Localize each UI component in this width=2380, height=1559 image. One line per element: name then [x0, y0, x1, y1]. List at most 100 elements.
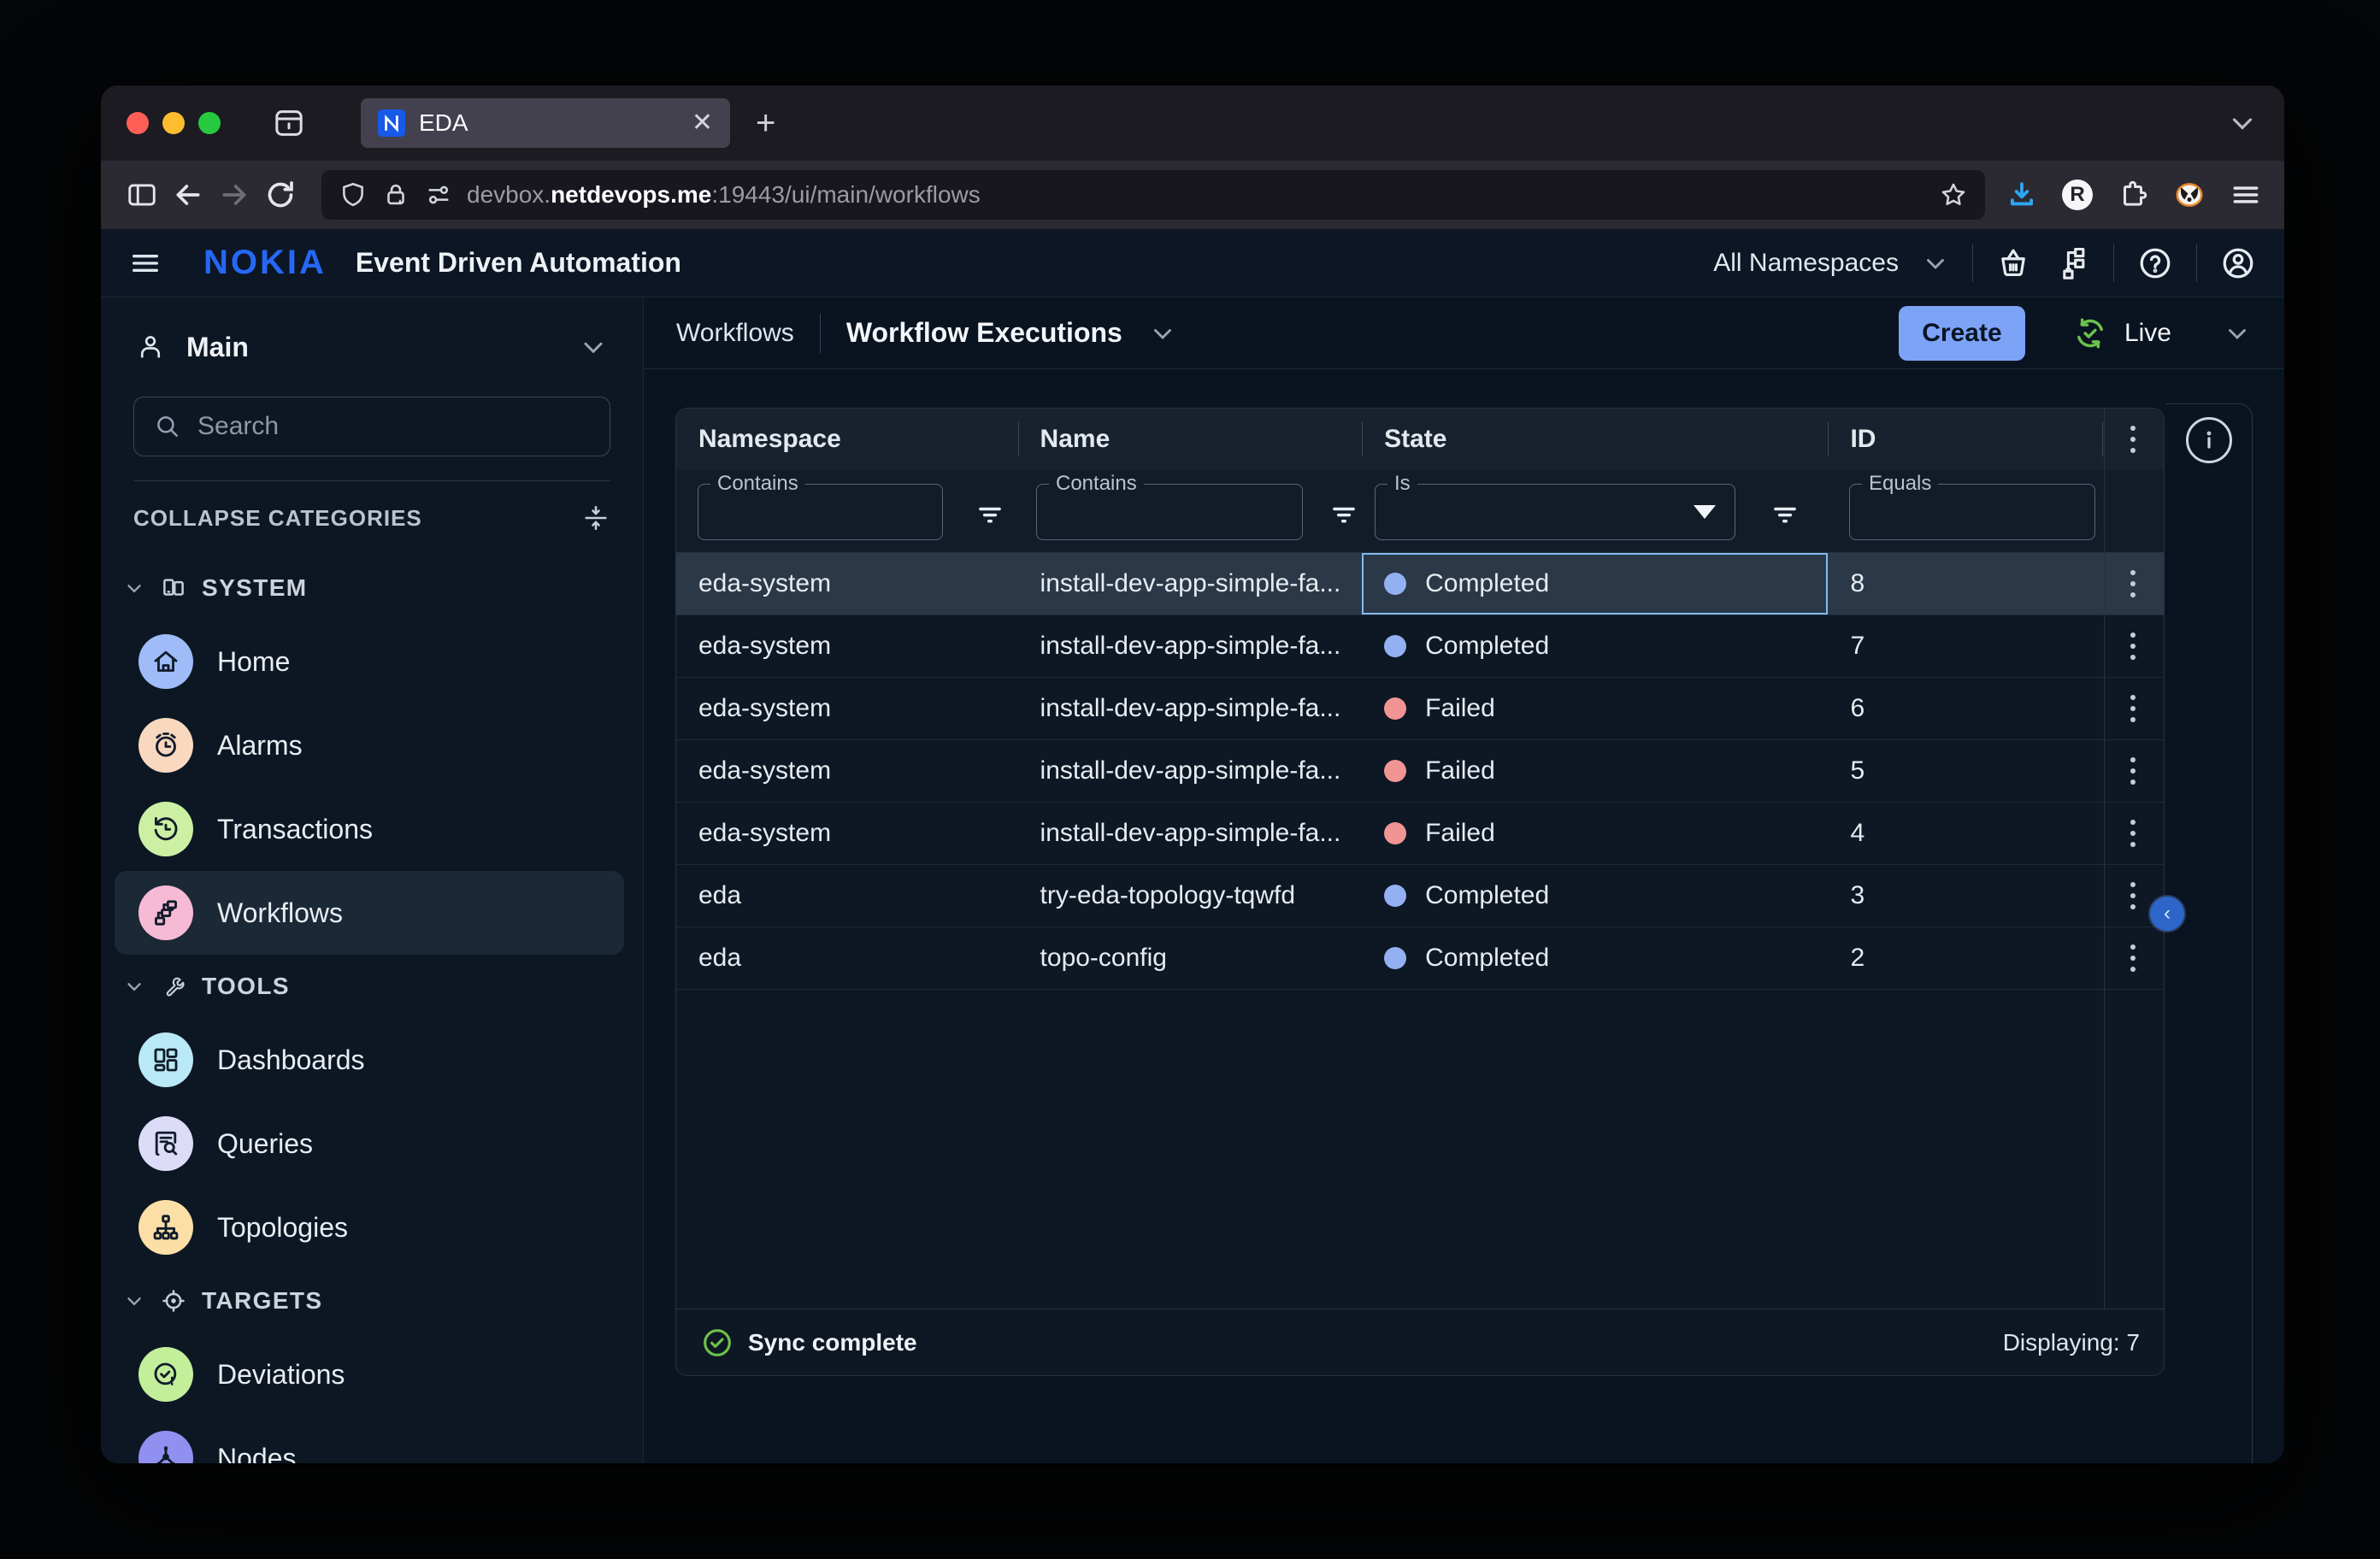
name-filter-icon[interactable] [1328, 497, 1360, 530]
view-title[interactable]: Workflow Executions [846, 317, 1122, 349]
kebab-column-divider [2104, 409, 2105, 1309]
category-label: TOOLS [202, 973, 290, 1000]
bookmark-star-icon[interactable] [1939, 180, 1968, 209]
table-menu-button[interactable] [2102, 409, 2164, 470]
collapse-panel-handle[interactable]: ‹ [2150, 897, 2184, 931]
list-all-tabs-icon[interactable] [2226, 107, 2259, 139]
cell-namespace: eda-system [676, 615, 1018, 677]
table-row[interactable]: eda-system install-dev-app-simple-fa... … [676, 615, 2164, 678]
sidebar-item-queries[interactable]: Queries [115, 1102, 624, 1185]
profile-chevron-icon [578, 332, 609, 362]
user-account-icon[interactable] [2219, 244, 2257, 282]
cell-id: 8 [1828, 553, 2102, 615]
reload-button[interactable] [262, 176, 299, 214]
table-row[interactable]: eda-system install-dev-app-simple-fa... … [676, 553, 2164, 615]
kebab-icon [2130, 581, 2136, 586]
minimize-window-button[interactable] [162, 112, 185, 134]
table-row[interactable]: eda-system install-dev-app-simple-fa... … [676, 803, 2164, 865]
main-content: Workflows Workflow Executions Create Liv… [644, 297, 2284, 1463]
zoom-window-button[interactable] [198, 112, 221, 134]
sidebar-item-deviations[interactable]: Deviations [115, 1333, 624, 1416]
browser-nav-toolbar: devbox.netdevops.me:19443/ui/main/workfl… [101, 161, 2284, 229]
connection-lock-icon[interactable] [381, 180, 410, 209]
address-bar[interactable]: devbox.netdevops.me:19443/ui/main/workfl… [321, 170, 1985, 220]
live-sync-icon[interactable] [2071, 315, 2109, 352]
sidebar-item-workflows[interactable]: Workflows [115, 871, 624, 955]
state-text: Completed [1425, 881, 1549, 910]
name-filter-input[interactable]: Contains [1036, 484, 1303, 540]
extensions-puzzle-icon[interactable] [2117, 179, 2149, 211]
id-filter-input[interactable]: Equals [1849, 484, 2095, 540]
live-chevron-icon[interactable] [2223, 319, 2252, 348]
collapse-categories-row[interactable]: COLLAPSE CATEGORIES [133, 503, 610, 532]
app-store-basket-icon[interactable] [1995, 245, 2031, 281]
help-icon[interactable] [2136, 244, 2174, 282]
table-row[interactable]: eda-system install-dev-app-simple-fa... … [676, 678, 2164, 740]
sidebar-toggle-icon[interactable] [123, 176, 161, 214]
browser-window: EDA ✕ + de [101, 85, 2284, 1463]
forward-button[interactable] [215, 176, 253, 214]
url-prefix: devbox. [467, 181, 551, 208]
state-text: Completed [1425, 569, 1549, 598]
sidebar-category-system[interactable]: SYSTEM [101, 556, 643, 620]
sidebar-item-transactions[interactable]: Transactions [115, 787, 624, 871]
new-tab-button[interactable]: + [756, 106, 775, 140]
column-header-id[interactable]: ID [1828, 409, 2102, 470]
sidebar-category-tools[interactable]: TOOLS [101, 955, 643, 1018]
state-filter-select[interactable]: Is [1375, 484, 1735, 540]
namespace-chevron-icon[interactable] [1921, 249, 1950, 278]
sidebar-search-input[interactable]: Search [133, 397, 610, 456]
table-row[interactable]: eda topo-config Completed 2 [676, 927, 2164, 990]
sidebar-item-nodes[interactable]: Nodes [115, 1416, 624, 1463]
tab-close-icon[interactable]: ✕ [692, 110, 713, 136]
row-menu-button[interactable] [2102, 553, 2164, 615]
sidebar-category-targets[interactable]: TARGETS [101, 1269, 643, 1333]
row-menu-button[interactable] [2102, 803, 2164, 864]
eda-app: NOKIA Event Driven Automation All Namesp… [101, 229, 2284, 1463]
table-row[interactable]: eda try-eda-topology-tqwfd Completed 3 [676, 865, 2164, 927]
search-placeholder: Search [197, 412, 279, 441]
create-button[interactable]: Create [1899, 306, 2025, 361]
column-header-namespace[interactable]: Namespace [676, 409, 1018, 470]
toolbar-extensions: R [2006, 179, 2262, 211]
view-chevron-icon[interactable] [1148, 319, 1177, 348]
extension-r-icon[interactable]: R [2062, 179, 2093, 210]
row-menu-button[interactable] [2102, 927, 2164, 989]
url-host: netdevops.me [551, 181, 711, 208]
back-button[interactable] [169, 176, 207, 214]
sync-status-text: Sync complete [748, 1329, 917, 1356]
sidebar-item-topologies[interactable]: Topologies [115, 1185, 624, 1269]
state-filter-icon[interactable] [1769, 497, 1801, 530]
firefox-view-icon[interactable] [272, 106, 306, 140]
tracking-shield-icon[interactable] [339, 180, 368, 209]
sidebar-profile-selector[interactable]: Main [135, 320, 609, 374]
namespace-selector[interactable]: All Namespaces [1713, 249, 1899, 278]
sidebar-item-alarms[interactable]: Alarms [115, 703, 624, 787]
browser-tab[interactable]: EDA ✕ [361, 98, 730, 148]
kebab-icon [2130, 893, 2136, 898]
menu-hamburger-icon[interactable] [2230, 179, 2262, 211]
item-label: Workflows [217, 897, 343, 929]
row-menu-button[interactable] [2102, 615, 2164, 677]
info-icon[interactable] [2186, 417, 2232, 463]
sidebar-item-dashboards[interactable]: Dashboards [115, 1018, 624, 1102]
breadcrumb-workflows[interactable]: Workflows [676, 319, 794, 348]
namespace-filter-icon[interactable] [974, 497, 1006, 530]
privacy-badger-icon[interactable] [2173, 179, 2206, 211]
sidebar-item-home[interactable]: Home [115, 620, 624, 703]
permissions-icon[interactable] [424, 180, 453, 209]
close-window-button[interactable] [127, 112, 149, 134]
downloads-icon[interactable] [2006, 179, 2038, 211]
state-text: Completed [1425, 632, 1549, 661]
row-menu-button[interactable] [2102, 678, 2164, 739]
cell-state: Completed [1362, 615, 1828, 677]
namespace-filter-input[interactable]: Contains [698, 484, 943, 540]
app-menu-icon[interactable] [128, 246, 162, 280]
row-menu-button[interactable] [2102, 740, 2164, 802]
table-row[interactable]: eda-system install-dev-app-simple-fa... … [676, 740, 2164, 803]
content-header: Workflows Workflow Executions Create Liv… [644, 297, 2284, 369]
cell-id: 6 [1828, 678, 2102, 739]
column-header-state[interactable]: State [1362, 409, 1828, 470]
column-header-name[interactable]: Name [1018, 409, 1363, 470]
transaction-flow-icon[interactable] [2053, 244, 2091, 282]
